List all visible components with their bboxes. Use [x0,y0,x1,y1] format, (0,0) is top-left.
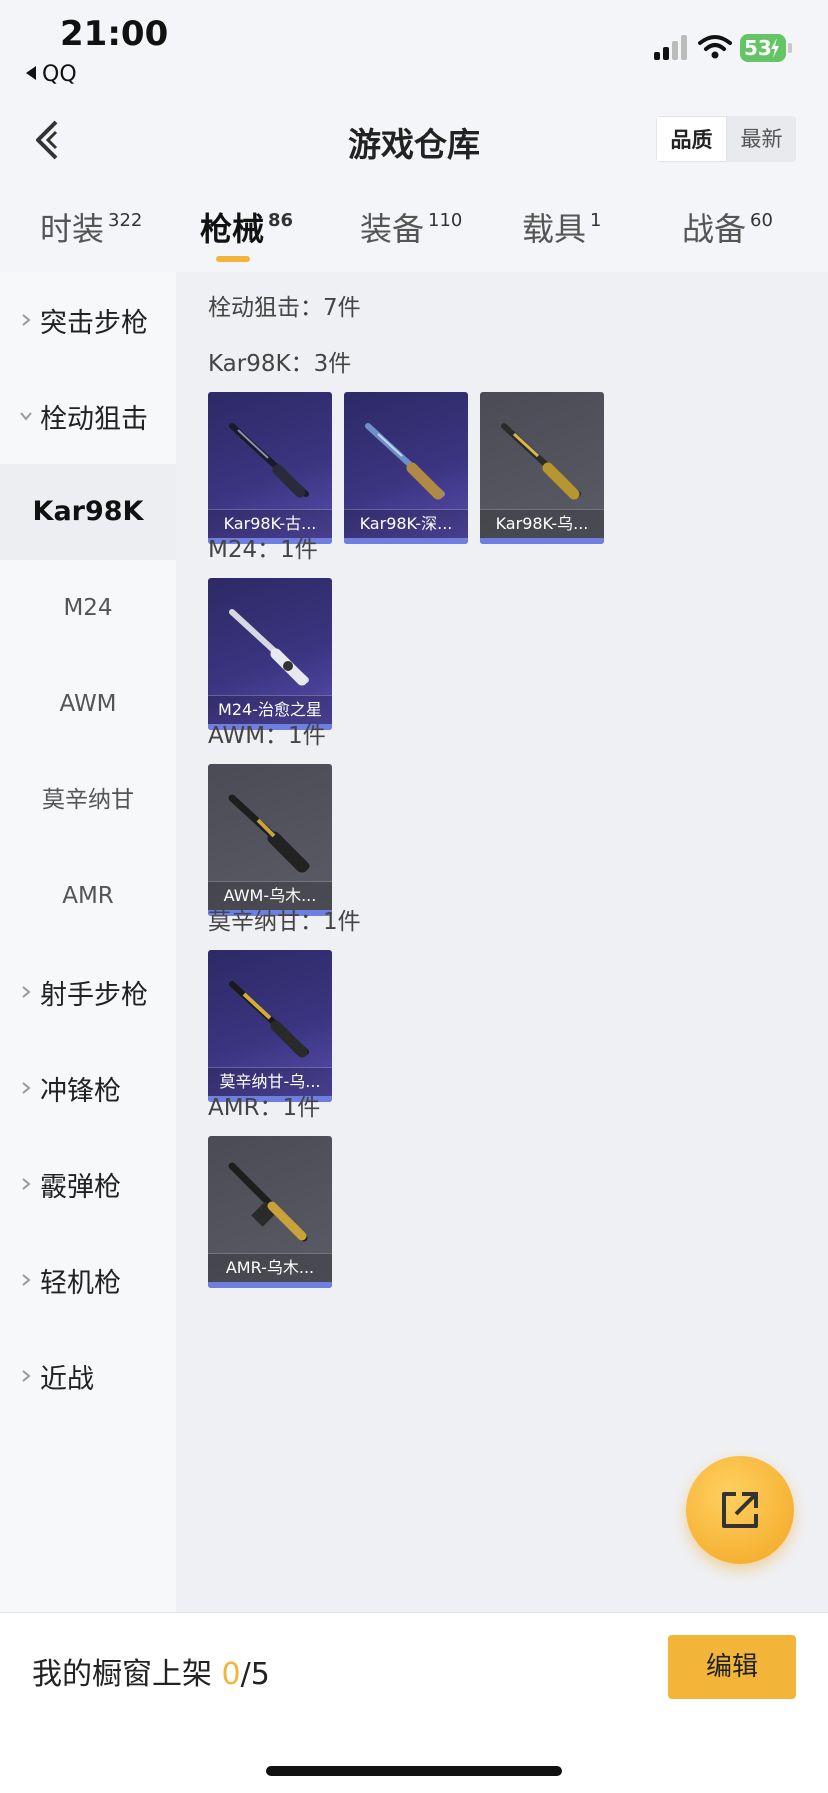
item-card[interactable]: Kar98K-古... [208,392,332,544]
sidebar-item-label: 突击步枪 [40,307,148,339]
battery-level: 53 [744,36,772,60]
sidebar-item-smg[interactable]: 冲锋枪 [0,1040,176,1136]
home-indicator[interactable] [266,1766,562,1776]
chevron-right-icon [22,314,31,326]
sidebar-sub-awm[interactable]: AWM [0,656,176,752]
sidebar-sub-m24[interactable]: M24 [0,560,176,656]
sidebar-sub-mosin[interactable]: 莫辛纳甘 [0,752,176,848]
chevron-down-icon [20,412,32,421]
item-card[interactable]: Kar98K-深... [344,392,468,544]
tab-count: 60 [750,210,773,231]
tab-equipment[interactable]: 装备 110 [360,204,462,250]
sidebar-sub-amr[interactable]: AMR [0,848,176,944]
signal-icon [654,34,688,60]
sidebar-item-marksman-rifle[interactable]: 射手步枪 [0,944,176,1040]
sidebar-item-label: 近战 [40,1363,94,1395]
sidebar-item-label: 栓动狙击 [40,403,148,435]
tab-label: 战备 [682,210,747,248]
tab-vehicles[interactable]: 载具 1 [522,204,601,250]
category-summary: 栓动狙击：7件 [208,295,361,321]
rifle-icon [229,423,309,498]
status-time: 21:00 [60,14,169,54]
rarity-bar [480,538,604,544]
item-name: Kar98K-深... [344,509,468,538]
back-to-app-link[interactable]: QQ [26,62,77,87]
battery-icon: 53 [740,34,792,62]
tab-label: 枪械 [200,210,265,248]
showcase-total: /5 [240,1657,270,1692]
item-card[interactable]: 莫辛纳甘-乌... [208,950,332,1102]
sidebar-item-shotgun[interactable]: 霰弹枪 [0,1136,176,1232]
section-title-m24: M24：1件 [208,537,318,563]
section-title-awm: AWM：1件 [208,723,326,749]
rifle-icon [228,794,310,873]
sidebar-item-label: 冲锋枪 [40,1075,121,1107]
tab-count: 322 [108,210,143,231]
item-card[interactable]: AWM-乌木... [208,764,332,916]
category-tabs: 时装 322 枪械 86 装备 110 载具 1 战备 60 [0,196,828,270]
chevron-right-icon [22,1082,31,1094]
sidebar-item-melee[interactable]: 近战 [0,1328,176,1424]
chevron-right-icon [22,1178,31,1190]
charging-bolt-icon [771,38,779,58]
rifle-icon [228,1162,308,1242]
share-button[interactable] [686,1456,794,1564]
tab-count: 1 [590,210,602,231]
sidebar-item-label: 霰弹枪 [40,1171,121,1203]
item-name: Kar98K-乌... [480,509,604,538]
tab-guns[interactable]: 枪械 86 [200,204,293,250]
rarity-bar [344,538,468,544]
category-sidebar: 突击步枪 栓动狙击 Kar98K M24 AWM 莫辛纳甘 AMR 射手步枪 冲… [0,272,176,1612]
tab-label: 载具 [522,210,587,248]
sidebar-item-bolt-sniper[interactable]: 栓动狙击 [0,368,176,464]
tab-label: 时装 [40,210,105,248]
rifle-icon [229,609,309,686]
sort-quality-button[interactable]: 品质 [656,116,727,162]
tab-fashion[interactable]: 时装 322 [40,204,142,250]
active-tab-indicator [216,256,250,262]
wifi-icon [698,35,732,59]
sidebar-item-label: 轻机枪 [40,1267,121,1299]
sidebar-item-lmg[interactable]: 轻机枪 [0,1232,176,1328]
chevron-right-icon [22,1370,31,1382]
sidebar-sub-kar98k[interactable]: Kar98K [0,464,176,560]
back-app-label: QQ [42,62,77,87]
sidebar-item-label: 射手步枪 [40,979,148,1011]
sort-toggle: 品质 最新 [656,116,796,162]
tab-supplies[interactable]: 战备 60 [682,204,773,250]
chevron-right-icon [22,986,31,998]
section-title-amr: AMR：1件 [208,1095,321,1121]
item-grid-area: 栓动狙击：7件 Kar98K：3件 Kar98K-古... Kar98K-深..… [176,272,828,1612]
sidebar-item-assault-rifle[interactable]: 突击步枪 [0,272,176,368]
showcase-current: 0 [221,1657,241,1692]
share-icon [722,1492,758,1528]
section-title-kar98k: Kar98K：3件 [208,351,352,377]
section-title-mosin: 莫辛纳甘：1件 [208,909,361,935]
rarity-bar [208,1282,332,1288]
status-bar: 21:00 QQ 53 [0,0,828,100]
showcase-label: 我的橱窗上架 [32,1657,222,1692]
rifle-icon [365,423,445,500]
item-card[interactable]: M24-治愈之星 [208,578,332,730]
rifle-icon [501,423,581,500]
edit-button[interactable]: 编辑 [668,1635,796,1699]
sort-newest-button[interactable]: 最新 [727,116,796,162]
item-card[interactable]: AMR-乌木... [208,1136,332,1288]
tab-label: 装备 [360,210,425,248]
showcase-count: 我的橱窗上架 0/5 [32,1649,270,1693]
tab-count: 86 [268,210,294,231]
tab-count: 110 [428,210,463,231]
chevron-right-icon [22,1274,31,1286]
item-card[interactable]: Kar98K-乌... [480,392,604,544]
item-name: AMR-乌木... [208,1253,332,1282]
rifle-icon [229,981,309,1058]
back-triangle-icon [26,66,36,80]
